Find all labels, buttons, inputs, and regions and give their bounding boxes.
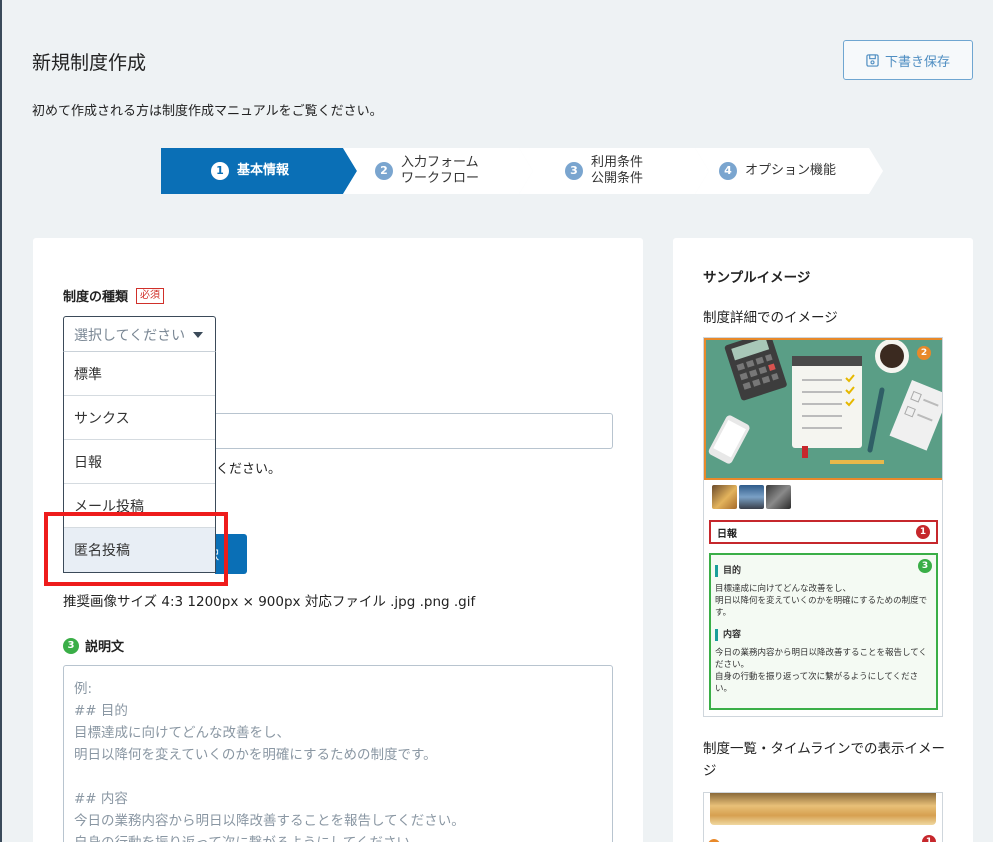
type-select-value: 選択してください bbox=[74, 327, 186, 344]
list-preview-image bbox=[710, 793, 936, 825]
step-3-line1: 利用条件 bbox=[591, 155, 644, 170]
hero-image: 2 bbox=[704, 338, 942, 480]
step-4[interactable]: 4 オプション機能 bbox=[695, 148, 883, 194]
type-select[interactable]: 選択してください bbox=[63, 316, 216, 352]
step-indicator: 1 基本情報 2 入力フォーム ワークフロー 3 利用条件 公開条件 4 オプション… bbox=[161, 148, 883, 194]
step-4-label: オプション機能 bbox=[745, 163, 837, 178]
step-1-number: 1 bbox=[211, 162, 229, 180]
step-2-label: 入力フォーム ワークフロー bbox=[401, 155, 479, 187]
description-textarea[interactable]: 例: ## 目的 目標達成に向けてどんな改善をし、 明日以降何を変えていくのかを… bbox=[63, 665, 613, 842]
section-purpose-text: 目標達成に向けてどんな改善をし、 明日以降何を変えていくのかを明確にするための制… bbox=[715, 584, 928, 618]
sample-list-label: 制度一覧・タイムラインでの表示イメージ bbox=[703, 741, 946, 779]
step-2[interactable]: 2 入力フォーム ワークフロー bbox=[343, 148, 533, 194]
content-box: 3 目的 目標達成に向けてどんな改善をし、 明日以降何を変えていくのかを明確にす… bbox=[709, 553, 938, 710]
sample-detail-label: 制度詳細でのイメージ bbox=[703, 310, 838, 326]
save-draft-label: 下書き保存 bbox=[884, 53, 950, 69]
step-1[interactable]: 1 基本情報 bbox=[161, 148, 357, 194]
save-draft-button[interactable]: 下書き保存 bbox=[843, 40, 973, 80]
step-3-number: 3 bbox=[565, 162, 583, 180]
highlight-box bbox=[44, 512, 228, 586]
step-1-label: 基本情報 bbox=[237, 163, 290, 178]
option-thanks[interactable]: サンクス bbox=[64, 396, 215, 440]
thumbnail-city bbox=[739, 485, 764, 509]
chevron-down-icon bbox=[193, 331, 204, 338]
description-label: 3 説明文 bbox=[63, 636, 124, 655]
save-icon bbox=[866, 53, 879, 67]
photo-thumbnails bbox=[712, 485, 791, 509]
section-content-text: 今日の業務内容から明日以降改善することを報告してください。 自身の行動を振り返っ… bbox=[715, 648, 927, 694]
report-badge: 1 bbox=[916, 525, 930, 539]
step-2-line1: 入力フォーム bbox=[401, 155, 479, 170]
section-purpose-heading: 目的 bbox=[715, 565, 932, 577]
sample-list-preview: 1 bbox=[703, 792, 943, 842]
step-4-number: 4 bbox=[719, 162, 737, 180]
required-badge: 必須 bbox=[136, 287, 165, 304]
step-3-label: 利用条件 公開条件 bbox=[591, 155, 643, 187]
option-daily-report[interactable]: 日報 bbox=[64, 440, 215, 484]
description-label-text: 説明文 bbox=[85, 640, 125, 655]
sample-title: サンプルイメージ bbox=[703, 270, 811, 286]
option-standard[interactable]: 標準 bbox=[64, 352, 215, 396]
page-title: 新規制度作成 bbox=[32, 52, 147, 74]
title-input[interactable] bbox=[214, 413, 613, 449]
step-3-line2: 公開条件 bbox=[591, 171, 644, 186]
description-step-number: 3 bbox=[63, 637, 79, 654]
report-title: 日報 bbox=[717, 528, 737, 540]
type-label-text: 制度の種類 bbox=[63, 290, 129, 305]
report-title-box: 日報 1 bbox=[709, 520, 938, 544]
intro-text: 初めて作成される方は制度作成マニュアルをご覧ください。 bbox=[32, 104, 383, 119]
thumbnail-office bbox=[766, 485, 791, 509]
type-field-label: 制度の種類 必須 bbox=[63, 286, 165, 305]
step-2-number: 2 bbox=[375, 162, 393, 180]
sample-detail-preview: 2 日報 1 3 目的 目標達成に向けてどんな改善をし、 明日以降何を変えていく… bbox=[703, 337, 943, 717]
hero-badge: 2 bbox=[917, 346, 931, 360]
step-3[interactable]: 3 利用条件 公開条件 bbox=[519, 148, 709, 194]
title-hint: ください。 bbox=[216, 462, 282, 477]
content-badge: 3 bbox=[918, 559, 932, 573]
image-spec-text: 推奨画像サイズ 4:3 1200px × 900px 対応ファイル .jpg .… bbox=[63, 594, 476, 610]
step-2-line2: ワークフロー bbox=[401, 171, 480, 186]
thumbnail-food bbox=[712, 485, 737, 509]
list-preview-badge: 1 bbox=[922, 835, 936, 842]
section-content-heading: 内容 bbox=[715, 629, 932, 641]
